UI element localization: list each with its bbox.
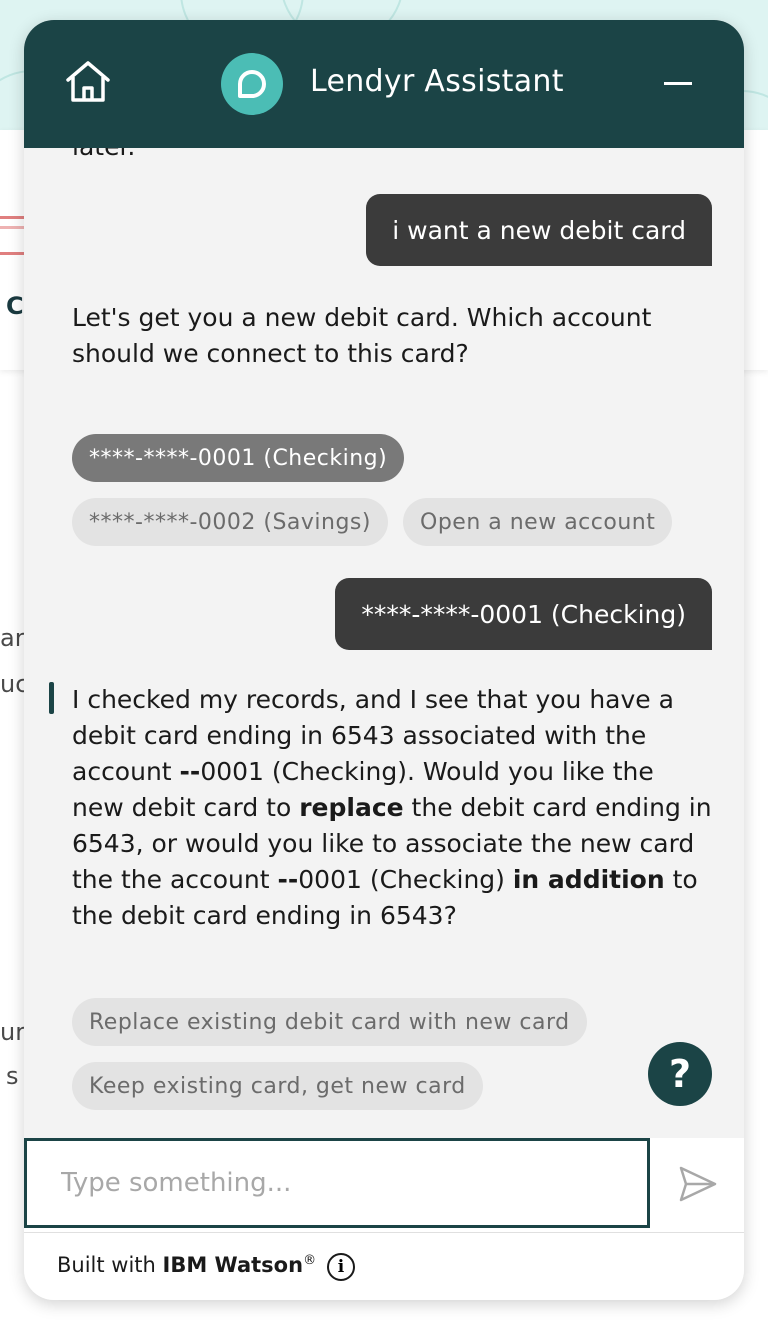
user-message-text: i want a new debit card	[392, 215, 686, 245]
option-chip-open-account[interactable]: Open a new account	[403, 498, 673, 546]
chat-widget: Lendyr Assistant later. i want a new deb…	[24, 20, 744, 1300]
option-chip-keep-card[interactable]: Keep existing card, get new card	[72, 1062, 483, 1110]
background-text: ar	[0, 624, 25, 652]
option-chip-replace-card[interactable]: Replace existing debit card with new car…	[72, 998, 587, 1046]
bot-message-bold: in addition	[512, 865, 665, 894]
chat-header: Lendyr Assistant	[24, 20, 744, 148]
user-message: ****-****-0001 (Checking)	[335, 578, 712, 650]
message-input-box	[24, 1138, 650, 1228]
help-button[interactable]: ?	[648, 1042, 712, 1106]
assistant-avatar	[221, 53, 283, 115]
send-icon	[679, 1166, 717, 1202]
built-with-prefix: Built with	[57, 1253, 163, 1277]
background-text: ur	[0, 1018, 26, 1046]
send-button[interactable]	[678, 1164, 718, 1204]
bot-message-bold: --	[179, 757, 201, 786]
message-list[interactable]: later. i want a new debit card Let's get…	[24, 148, 744, 1138]
bot-message: Let's get you a new debit card. Which ac…	[72, 303, 652, 368]
bot-message-bold: replace	[299, 793, 404, 822]
focus-marker	[49, 682, 54, 714]
option-chip-savings[interactable]: ****-****-0002 (Savings)	[72, 498, 388, 546]
assistant-title: Lendyr Assistant	[310, 64, 564, 99]
bot-message: I checked my records, and I see that you…	[72, 682, 712, 934]
footer: Built with IBM Watson® i	[24, 1232, 744, 1300]
bot-message-bold: --	[277, 865, 299, 894]
composer	[24, 1138, 744, 1232]
chat-bubble-icon	[238, 70, 266, 98]
home-button[interactable]	[64, 58, 112, 106]
background-text: s	[6, 1062, 19, 1090]
user-message: i want a new debit card	[366, 194, 712, 266]
background-text: C	[6, 292, 24, 320]
watson-brand: IBM Watson	[162, 1253, 304, 1277]
home-icon	[66, 61, 110, 102]
message-input[interactable]	[27, 1141, 647, 1225]
built-with-label: Built with IBM Watson®	[57, 1253, 316, 1277]
bot-message-text: 0001 (Checking)	[298, 865, 513, 894]
user-message-text: ****-****-0001 (Checking)	[361, 599, 686, 629]
info-button[interactable]: i	[327, 1253, 355, 1281]
option-chip-checking[interactable]: ****-****-0001 (Checking)	[72, 434, 405, 482]
bot-message-partial: later.	[72, 148, 135, 161]
registered-mark: ®	[303, 1253, 317, 1268]
minimize-button[interactable]	[664, 82, 692, 85]
